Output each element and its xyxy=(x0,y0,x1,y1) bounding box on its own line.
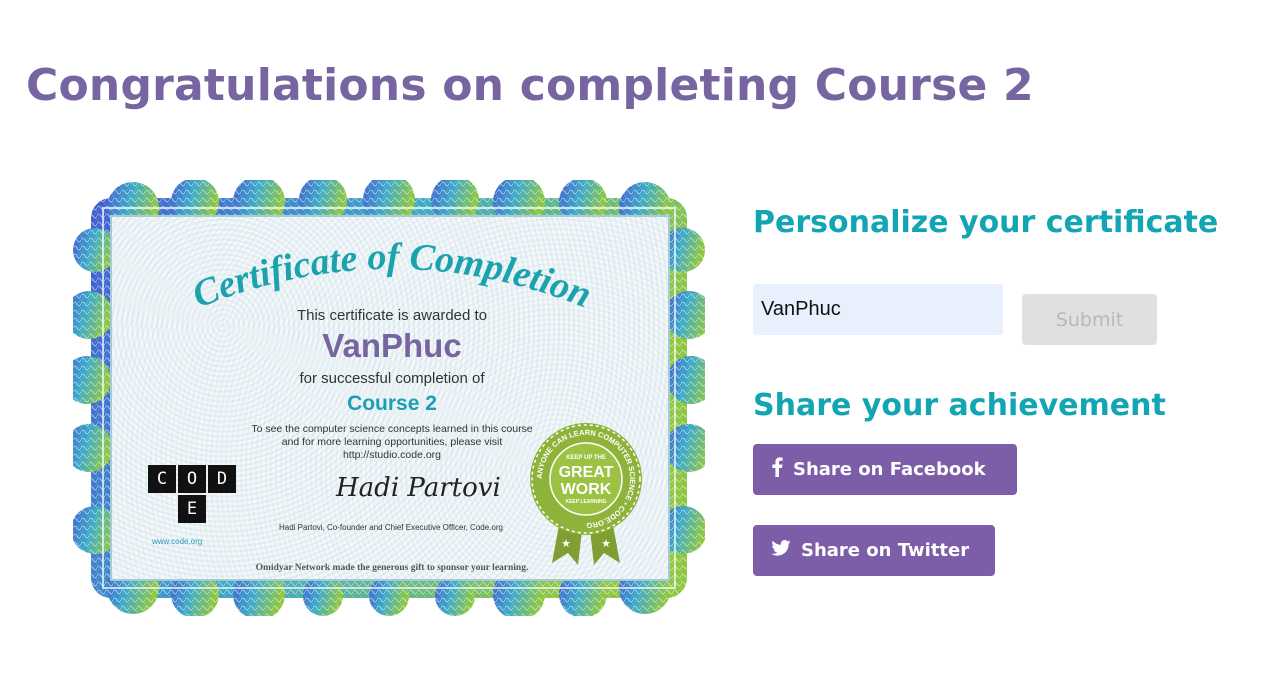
twitter-icon xyxy=(771,540,791,561)
certificate-heading-text: Certificate of Completion xyxy=(187,236,597,316)
certificate-body: Certificate of Completion This certifica… xyxy=(110,215,670,581)
signature: Hadi Partovi xyxy=(336,473,501,503)
info-line: and for more learning opportunities, ple… xyxy=(281,436,503,448)
svg-text:Certificate of Completion: Certificate of Completion xyxy=(187,236,597,316)
info-line: http://studio.code.org xyxy=(342,449,442,461)
logo-letter: C xyxy=(148,465,176,493)
logo-letter: D xyxy=(208,465,236,493)
share-facebook-label: Share on Facebook xyxy=(793,459,986,480)
submit-button[interactable]: Submit xyxy=(1022,294,1157,345)
certificate-image: Certificate of Completion This certifica… xyxy=(73,180,705,616)
logo-letter: E xyxy=(178,495,206,523)
badge-top-text: KEEP UP THE xyxy=(566,455,606,461)
certificate-name: VanPhuc xyxy=(322,327,462,364)
info-line: To see the computer science concepts lea… xyxy=(251,423,533,435)
awarded-to-text: This certificate is awarded to xyxy=(296,307,488,324)
svg-text:★: ★ xyxy=(601,537,611,550)
code-logo: C O D E xyxy=(148,465,236,523)
page-title: Congratulations on completing Course 2 xyxy=(26,60,1034,111)
badge-great-text: GREAT xyxy=(559,464,614,481)
personalize-title: Personalize your certificate xyxy=(753,205,1219,240)
certificate-info: To see the computer science concepts lea… xyxy=(212,423,572,462)
certificate-course: Course 2 xyxy=(347,392,437,415)
certificate-page: Congratulations on completing Course 2 C… xyxy=(0,0,1275,680)
logo-blank xyxy=(208,495,236,523)
completion-of-text: for successful completion of xyxy=(299,370,485,387)
logo-letter: O xyxy=(178,465,206,493)
great-work-badge: ★ ★ ANYONE CAN LEARN COMPUTER SCIENCE • … xyxy=(530,423,642,565)
badge-work-text: WORK xyxy=(561,481,612,498)
signer-text: Hadi Partovi, Co-founder and Chief Execu… xyxy=(279,523,503,532)
share-twitter-button[interactable]: Share on Twitter xyxy=(753,525,995,576)
share-twitter-label: Share on Twitter xyxy=(801,540,970,561)
facebook-icon xyxy=(771,457,783,482)
badge-bottom-text: KEEP LEARNING xyxy=(565,499,606,505)
logo-blank xyxy=(148,495,176,523)
share-title: Share your achievement xyxy=(753,388,1166,423)
code-url: www.code.org xyxy=(152,537,203,546)
share-facebook-button[interactable]: Share on Facebook xyxy=(753,444,1017,495)
svg-text:★: ★ xyxy=(561,537,571,550)
certificate-name-input[interactable] xyxy=(753,284,1003,335)
